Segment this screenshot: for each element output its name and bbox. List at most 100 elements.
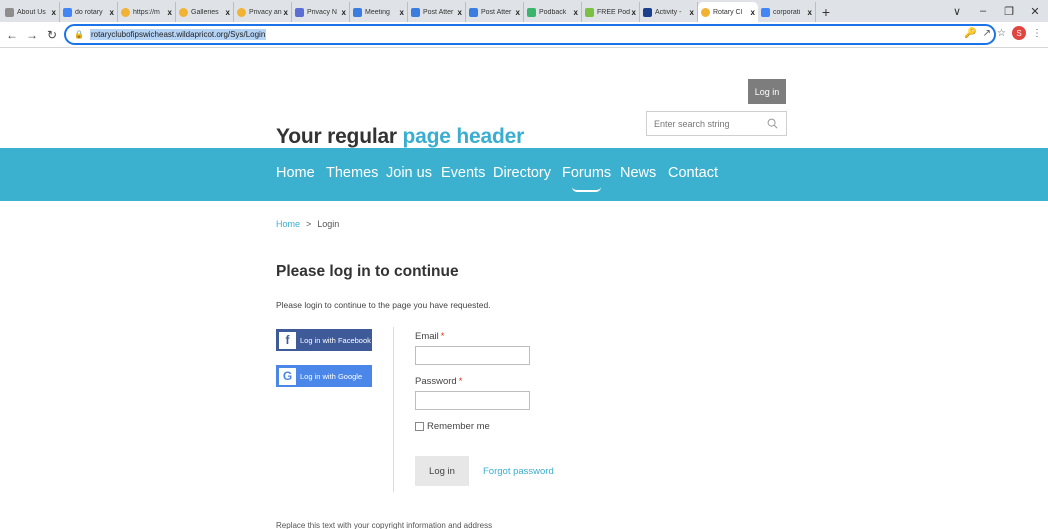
search-input[interactable] — [654, 118, 764, 129]
browser-tab-strip: About Us x do rotary x https://m x Galleries x P… — [0, 0, 1048, 22]
email-label: Email * — [415, 331, 444, 342]
tab-close-icon[interactable]: x — [168, 8, 172, 17]
toolbar-actions: 🔑 ↗ ☆ S ⋮ — [964, 26, 1042, 40]
tab-close-icon[interactable]: x — [400, 8, 404, 17]
password-required-mark: * — [458, 376, 463, 387]
browser-tab[interactable]: FREE Pod x — [582, 2, 640, 22]
tab-title: FREE Pod — [597, 8, 630, 16]
browser-tab[interactable]: Post Atter x — [466, 2, 524, 22]
nav-directory[interactable]: Directory — [493, 165, 551, 181]
browser-tab[interactable]: Activity - x — [640, 2, 698, 22]
tab-list: About Us x do rotary x https://m x Galleries x P… — [2, 0, 816, 22]
tab-close-icon[interactable]: x — [52, 8, 56, 17]
nav-news[interactable]: News — [620, 165, 656, 181]
main-nav: Home Themes Join us Events Directory For… — [0, 148, 1048, 201]
header-login-button[interactable]: Log in — [748, 79, 786, 104]
rotary-icon — [701, 7, 710, 17]
forgot-password-link[interactable]: Forgot password — [483, 466, 554, 477]
browser-tab[interactable]: do rotary x — [60, 2, 118, 22]
google-login-button[interactable]: G Log in with Google — [276, 365, 372, 387]
key-icon[interactable]: 🔑 — [964, 28, 976, 39]
browser-tab[interactable]: About Us x — [2, 2, 60, 22]
login-intro-text: Please login to continue to the page you… — [276, 300, 491, 310]
header-title-plain: Your regular — [276, 125, 397, 148]
breadcrumb: Home > Login — [276, 219, 339, 229]
close-window-icon[interactable]: ✕ — [1022, 5, 1048, 18]
site-header-title: Your regular page header — [276, 125, 524, 149]
browser-tab[interactable]: corporati x — [758, 2, 816, 22]
browser-tab[interactable]: Galleries x — [176, 2, 234, 22]
nav-events[interactable]: Events — [441, 165, 485, 181]
tab-close-icon[interactable]: x — [808, 8, 812, 17]
restore-icon[interactable]: ❐ — [996, 5, 1022, 18]
tab-title: Activity - — [655, 8, 682, 16]
new-tab-button[interactable]: + — [816, 2, 836, 22]
menu-dots-icon[interactable]: ⋮ — [1032, 28, 1042, 39]
remember-me[interactable]: Remember me — [415, 421, 490, 432]
browser-tab[interactable]: Rotary Cl x — [698, 2, 758, 22]
share-icon[interactable]: ↗ — [983, 28, 991, 39]
nav-join-us[interactable]: Join us — [386, 165, 432, 181]
google-login-label: Log in with Google — [300, 371, 363, 381]
email-label-text: Email — [415, 331, 439, 342]
tab-close-icon[interactable]: x — [342, 8, 346, 17]
p-icon — [643, 7, 652, 17]
forward-arrow-icon[interactable]: → — [24, 28, 40, 42]
tab-title: Rotary Cl — [713, 8, 743, 16]
minimize-icon[interactable]: – — [970, 5, 996, 17]
nav-home[interactable]: Home — [276, 165, 315, 181]
tab-title: https://m — [133, 8, 160, 16]
email-field[interactable] — [415, 346, 530, 365]
facebook-login-button[interactable]: f Log in with Facebook — [276, 329, 372, 351]
page-icon — [5, 7, 14, 17]
browser-toolbar: ← → ↻ 🔒 rotaryclubofipswicheast.wildapri… — [0, 22, 1048, 48]
tab-title: Privacy an — [249, 8, 282, 16]
url-text[interactable]: rotaryclubofipswicheast.wildapricot.org/… — [89, 29, 267, 40]
tab-title: Privacy N — [307, 8, 337, 16]
browser-tab[interactable]: Post Atter x — [408, 2, 466, 22]
tab-close-icon[interactable]: x — [574, 8, 578, 17]
lock-icon[interactable]: 🔒 — [74, 30, 84, 39]
square-icon — [411, 7, 420, 17]
tab-search-icon[interactable]: ∨ — [944, 5, 970, 18]
email-required-mark: * — [440, 331, 445, 342]
breadcrumb-home-link[interactable]: Home — [276, 219, 300, 229]
tab-close-icon[interactable]: x — [458, 8, 462, 17]
tab-close-icon[interactable]: x — [110, 8, 114, 17]
tab-title: Meeting — [365, 8, 390, 16]
address-bar[interactable]: 🔒 rotaryclubofipswicheast.wildapricot.or… — [64, 24, 996, 45]
tab-close-icon[interactable]: x — [226, 8, 230, 17]
browser-tab[interactable]: Privacy an x — [234, 2, 292, 22]
nav-themes[interactable]: Themes — [326, 165, 378, 181]
tab-close-icon[interactable]: x — [516, 8, 520, 17]
password-field[interactable] — [415, 391, 530, 410]
search-icon[interactable] — [767, 118, 778, 129]
window-controls: ∨ – ❐ ✕ — [944, 0, 1048, 22]
dash-icon — [585, 7, 594, 17]
leaf-icon — [527, 7, 536, 17]
nav-forums[interactable]: Forums — [562, 165, 611, 192]
facebook-icon: f — [279, 331, 296, 349]
browser-tab[interactable]: https://m x — [118, 2, 176, 22]
tab-close-icon[interactable]: x — [690, 8, 694, 17]
tab-close-icon[interactable]: x — [632, 8, 636, 17]
profile-avatar[interactable]: S — [1012, 26, 1026, 40]
tab-close-icon[interactable]: x — [284, 8, 288, 17]
tab-title: Podback — [539, 8, 567, 16]
back-arrow-icon[interactable]: ← — [4, 28, 20, 42]
tab-close-icon[interactable]: x — [751, 8, 755, 17]
reload-icon[interactable]: ↻ — [44, 28, 60, 42]
nav-contact[interactable]: Contact — [668, 165, 718, 181]
breadcrumb-separator: > — [306, 219, 312, 229]
browser-tab[interactable]: Podback x — [524, 2, 582, 22]
remember-me-label: Remember me — [427, 421, 490, 432]
login-submit-button[interactable]: Log in — [415, 456, 469, 486]
google-icon — [63, 7, 72, 17]
browser-tab[interactable]: Meeting x — [350, 2, 408, 22]
square-icon — [469, 7, 478, 17]
browser-tab[interactable]: Privacy N x — [292, 2, 350, 22]
rotary-icon — [121, 7, 130, 17]
breadcrumb-current: Login — [317, 219, 340, 229]
remember-me-checkbox[interactable] — [415, 422, 424, 431]
bookmark-star-icon[interactable]: ☆ — [997, 28, 1006, 39]
